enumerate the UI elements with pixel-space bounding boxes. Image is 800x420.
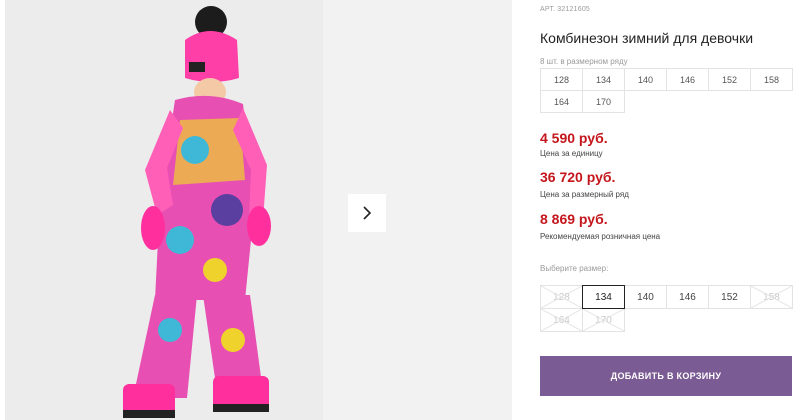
retail-price-label: Рекомендуемая розничная цена [540, 232, 661, 241]
size-option-146[interactable]: 146 [666, 285, 709, 309]
add-to-cart-button[interactable]: Добавить в корзину [540, 356, 792, 396]
size-option-140[interactable]: 140 [624, 285, 667, 309]
size-option-128: 128 [540, 285, 583, 309]
size-select-label: Выберите размер: [540, 264, 609, 273]
pack-size-cell: 128 [540, 68, 583, 91]
retail-price: 8 869 руб. [540, 211, 608, 227]
pack-size-cell: 134 [582, 68, 625, 91]
size-option-134[interactable]: 134 [582, 285, 625, 309]
set-price: 36 720 руб. [540, 169, 616, 185]
size-option-label: 152 [721, 291, 738, 303]
pack-size-cell: 164 [540, 90, 583, 113]
size-option-label: 140 [637, 291, 654, 303]
product-photo-illustration [5, 0, 323, 420]
sku-label: АРТ. [540, 6, 556, 13]
pack-label: 8 шт. в размерном ряду [540, 57, 628, 66]
size-select-grid: 128 134 140 146 152 158 164 [540, 285, 800, 332]
size-option-164: 164 [540, 308, 583, 332]
product-page: АРТ. 32121605 Комбинезон зимний для девоч… [0, 0, 800, 420]
size-option-152[interactable]: 152 [708, 285, 751, 309]
size-option-label: 146 [679, 291, 696, 303]
product-title: Комбинезон зимний для девочки [540, 30, 754, 46]
pack-size-grid: 128 134 140 146 152 158 164 170 [540, 68, 794, 113]
size-option-label: 134 [595, 291, 612, 303]
pack-size-cell: 152 [708, 68, 751, 91]
unavailable-cross-icon [583, 309, 624, 331]
product-sku: АРТ. 32121605 [540, 6, 592, 13]
unavailable-cross-icon [541, 309, 582, 331]
product-info: АРТ. 32121605 Комбинезон зимний для девоч… [540, 0, 800, 420]
product-gallery [0, 0, 512, 420]
unavailable-cross-icon [751, 286, 792, 308]
sku-value: 32121605 [557, 6, 591, 13]
pack-size-cell: 140 [624, 68, 667, 91]
gallery-next-button[interactable] [348, 194, 386, 232]
size-option-158: 158 [750, 285, 793, 309]
pack-size-cell: 146 [666, 68, 709, 91]
chevron-right-icon [363, 206, 372, 220]
pack-size-cell: 158 [750, 68, 793, 91]
set-price-label: Цена за размерный ряд [540, 190, 629, 199]
unit-price: 4 590 руб. [540, 130, 608, 146]
product-photo[interactable] [5, 0, 323, 420]
unavailable-cross-icon [541, 286, 582, 308]
unit-price-label: Цена за единицу [540, 149, 603, 158]
size-option-170: 170 [582, 308, 625, 332]
pack-size-cell: 170 [582, 90, 625, 113]
